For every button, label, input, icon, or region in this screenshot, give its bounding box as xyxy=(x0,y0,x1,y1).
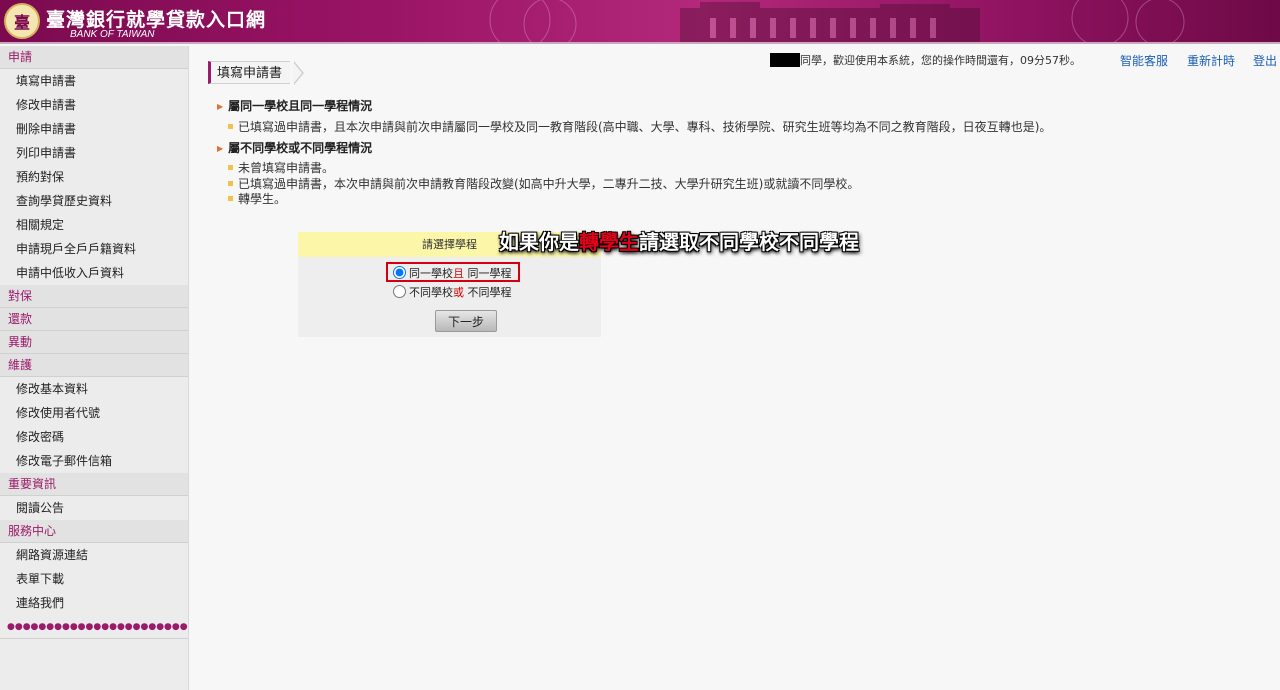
sidebar-item-regulations[interactable]: 相關規定 xyxy=(0,213,188,237)
sidebar-item-book-verification[interactable]: 預約對保 xyxy=(0,165,188,189)
smart-service-link[interactable]: 智能客服 xyxy=(1120,52,1168,69)
redacted-username xyxy=(770,53,800,67)
square-bullet-icon xyxy=(228,181,233,186)
site-header: 臺 臺灣銀行就學貸款入口網 BANK OF TAIWAN xyxy=(0,0,1280,44)
site-title[interactable]: 臺灣銀行就學貸款入口網 xyxy=(46,5,266,32)
next-step-button[interactable]: 下一步 xyxy=(435,310,497,332)
section-different-school-line: 轉學生。 xyxy=(228,190,286,207)
page-title: 填寫申請書 xyxy=(208,61,291,84)
square-bullet-icon xyxy=(228,124,233,129)
sidebar-group-verification[interactable]: 對保 xyxy=(0,285,188,308)
sidebar-item-resource-links[interactable]: 網路資源連結 xyxy=(0,543,188,567)
option-different-school-or-program[interactable]: 不同學校或 不同學程 xyxy=(393,284,512,300)
section-different-school-heading: ▶ 屬不同學校或不同學程情況 xyxy=(217,141,373,155)
section-same-school-heading: ▶ 屬同一學校且同一學程情況 xyxy=(217,99,373,113)
welcome-message: 同學，歡迎使用本系統，您的操作時間還有，09分57秒。 xyxy=(770,52,1081,68)
sidebar-dots-divider: ●●●●●●●●●●●●●●●●●●●●●●● xyxy=(0,615,188,639)
sidebar-item-edit-application[interactable]: 修改申請書 xyxy=(0,93,188,117)
sidebar-item-fill-application[interactable]: 填寫申請書 xyxy=(0,69,188,93)
section-same-school-line: 已填寫過申請書，且本次申請與前次申請屬同一學校及同一教育階段(高中職、大學、專科… xyxy=(228,118,1051,135)
sidebar-item-edit-password[interactable]: 修改密碼 xyxy=(0,425,188,449)
sidebar-group-maintenance[interactable]: 維護 xyxy=(0,354,188,377)
building-decoration xyxy=(489,0,1185,42)
bank-seal-logo[interactable]: 臺 xyxy=(4,3,40,39)
triangle-bullet-icon: ▶ xyxy=(217,144,224,153)
sidebar-item-edit-basic-info[interactable]: 修改基本資料 xyxy=(0,377,188,401)
site-subtitle: BANK OF TAIWAN xyxy=(70,29,155,40)
tutorial-annotation: 如果你是轉學生請選取不同學校不同學程 xyxy=(499,230,859,254)
radio-different-school[interactable] xyxy=(393,285,406,298)
welcome-text: 同學，歡迎使用本系統，您的操作時間還有，09分57秒。 xyxy=(800,54,1081,67)
sidebar-menu: 申請 填寫申請書 修改申請書 刪除申請書 列印申請書 預約對保 查詢學貸歷史資料… xyxy=(0,46,189,690)
sidebar-item-delete-application[interactable]: 刪除申請書 xyxy=(0,117,188,141)
sidebar-group-service-center[interactable]: 服務中心 xyxy=(0,520,188,543)
section-different-school-line: 未曾填寫申請書。 xyxy=(228,159,334,176)
sidebar-item-print-application[interactable]: 列印申請書 xyxy=(0,141,188,165)
sidebar-item-form-download[interactable]: 表單下載 xyxy=(0,567,188,591)
square-bullet-icon xyxy=(228,165,233,170)
sidebar-item-loan-history[interactable]: 查詢學貸歷史資料 xyxy=(0,189,188,213)
sidebar-item-low-income-records[interactable]: 申請中低收入戶資料 xyxy=(0,261,188,285)
sidebar-group-important-info[interactable]: 重要資訊 xyxy=(0,473,188,496)
reset-timer-link[interactable]: 重新計時 xyxy=(1187,52,1235,69)
logout-link[interactable]: 登出 xyxy=(1253,52,1277,69)
sidebar-item-household-records[interactable]: 申請現戶全戶戶籍資料 xyxy=(0,237,188,261)
sidebar-item-edit-user-id[interactable]: 修改使用者代號 xyxy=(0,401,188,425)
sidebar-group-changes[interactable]: 異動 xyxy=(0,331,188,354)
sidebar-item-announcements[interactable]: 閱讀公告 xyxy=(0,496,188,520)
sidebar-item-contact-us[interactable]: 連絡我們 xyxy=(0,591,188,615)
triangle-bullet-icon: ▶ xyxy=(217,102,224,111)
square-bullet-icon xyxy=(228,196,233,201)
sidebar-group-repayment[interactable]: 還款 xyxy=(0,308,188,331)
red-highlight-box xyxy=(386,262,520,282)
sidebar-item-edit-email[interactable]: 修改電子郵件信箱 xyxy=(0,449,188,473)
sidebar-group-apply[interactable]: 申請 xyxy=(0,46,188,69)
section-different-school-line: 已填寫過申請書，本次申請與前次申請教育階段改變(如高中升大學，二專升二技、大學升… xyxy=(228,175,859,192)
